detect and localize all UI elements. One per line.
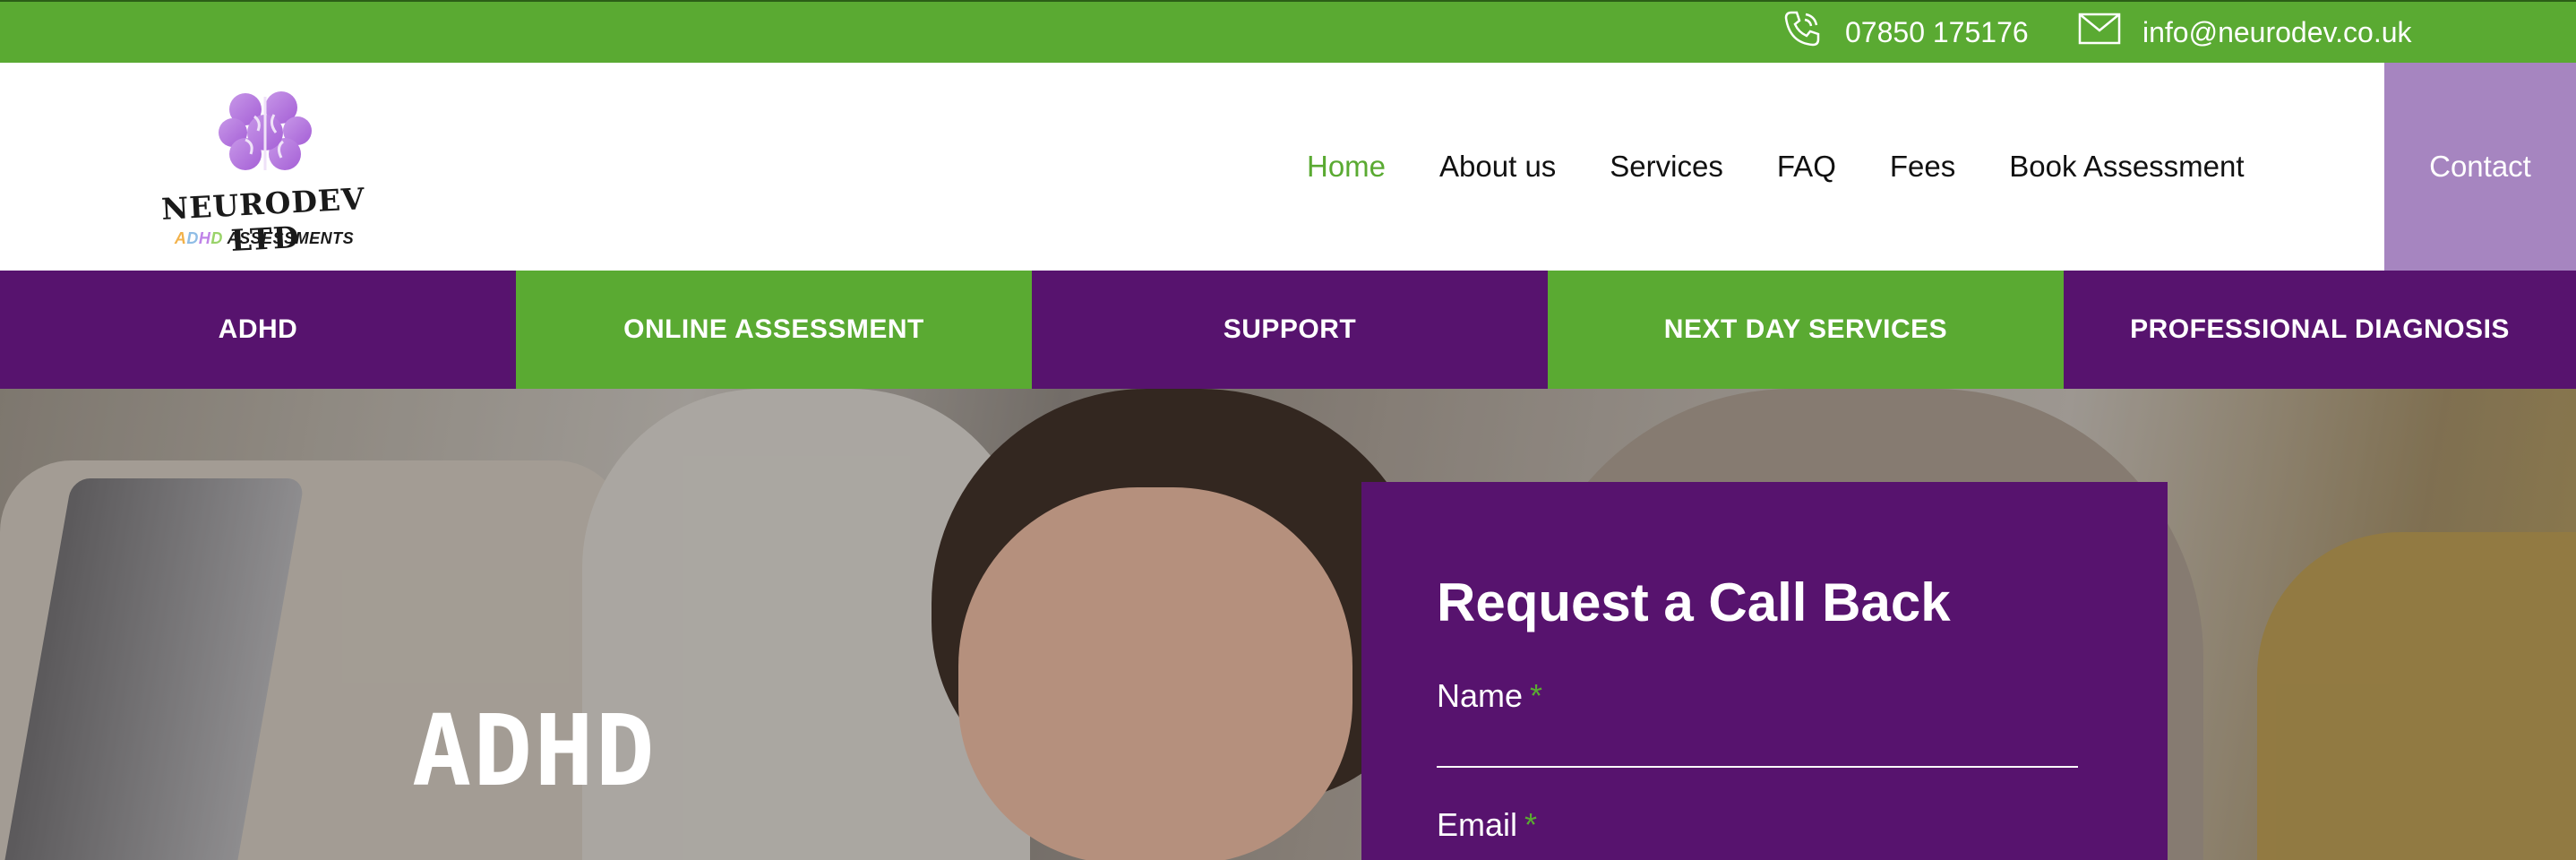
hero-overlay <box>0 389 2576 860</box>
category-strip: ADHD ONLINE ASSESSMENT SUPPORT NEXT DAY … <box>0 271 2576 389</box>
category-online-assessment[interactable]: ONLINE ASSESSMENT <box>516 271 1032 389</box>
category-adhd[interactable]: ADHD <box>0 271 516 389</box>
category-professional-diagnosis[interactable]: PROFESSIONAL DIAGNOSIS <box>2064 271 2576 389</box>
site-logo[interactable]: NEURODEV LTD ADHD ASSESSMENTS <box>143 90 385 258</box>
phone-link[interactable]: 07850 175176 <box>1781 2 2029 63</box>
phone-number: 07850 175176 <box>1845 15 2029 48</box>
brain-logo-icon <box>219 91 312 170</box>
email-address: info@neurodev.co.uk <box>2142 15 2412 48</box>
nav-about-us[interactable]: About us <box>1439 150 1556 184</box>
name-underline <box>1437 766 2078 768</box>
name-input[interactable] <box>1437 724 2078 760</box>
category-support[interactable]: SUPPORT <box>1032 271 1548 389</box>
phone-icon <box>1781 7 1845 57</box>
category-next-day-services[interactable]: NEXT DAY SERVICES <box>1548 271 2064 389</box>
hero-banner: ADHD <box>0 389 2576 860</box>
logo-tagline: ADHD ASSESSMENTS <box>174 229 355 247</box>
hero-title: ADHD <box>412 693 657 808</box>
name-label: Name * <box>1437 677 1543 714</box>
envelope-icon <box>2078 13 2142 52</box>
required-mark: * <box>1524 806 1538 843</box>
callback-form: Request a Call Back Name * Email * <box>1361 482 2168 860</box>
email-label: Email * <box>1437 806 1538 843</box>
nav-services[interactable]: Services <box>1610 150 1723 184</box>
nav-faq[interactable]: FAQ <box>1777 150 1836 184</box>
site-header: NEURODEV LTD ADHD ASSESSMENTS Home About… <box>0 63 2576 271</box>
nav-home[interactable]: Home <box>1307 150 1386 184</box>
contact-button[interactable]: Contact <box>2384 63 2576 271</box>
main-nav: Home About us Services FAQ Fees Book Ass… <box>1307 63 2298 271</box>
nav-fees[interactable]: Fees <box>1890 150 1955 184</box>
form-title: Request a Call Back <box>1437 572 1951 632</box>
required-mark: * <box>1530 677 1543 714</box>
email-link[interactable]: info@neurodev.co.uk <box>2078 2 2412 63</box>
top-contact-bar: 07850 175176 info@neurodev.co.uk <box>0 0 2576 63</box>
nav-book-assessment[interactable]: Book Assessment <box>2009 150 2244 184</box>
logo-text: NEURODEV LTD <box>160 181 366 258</box>
